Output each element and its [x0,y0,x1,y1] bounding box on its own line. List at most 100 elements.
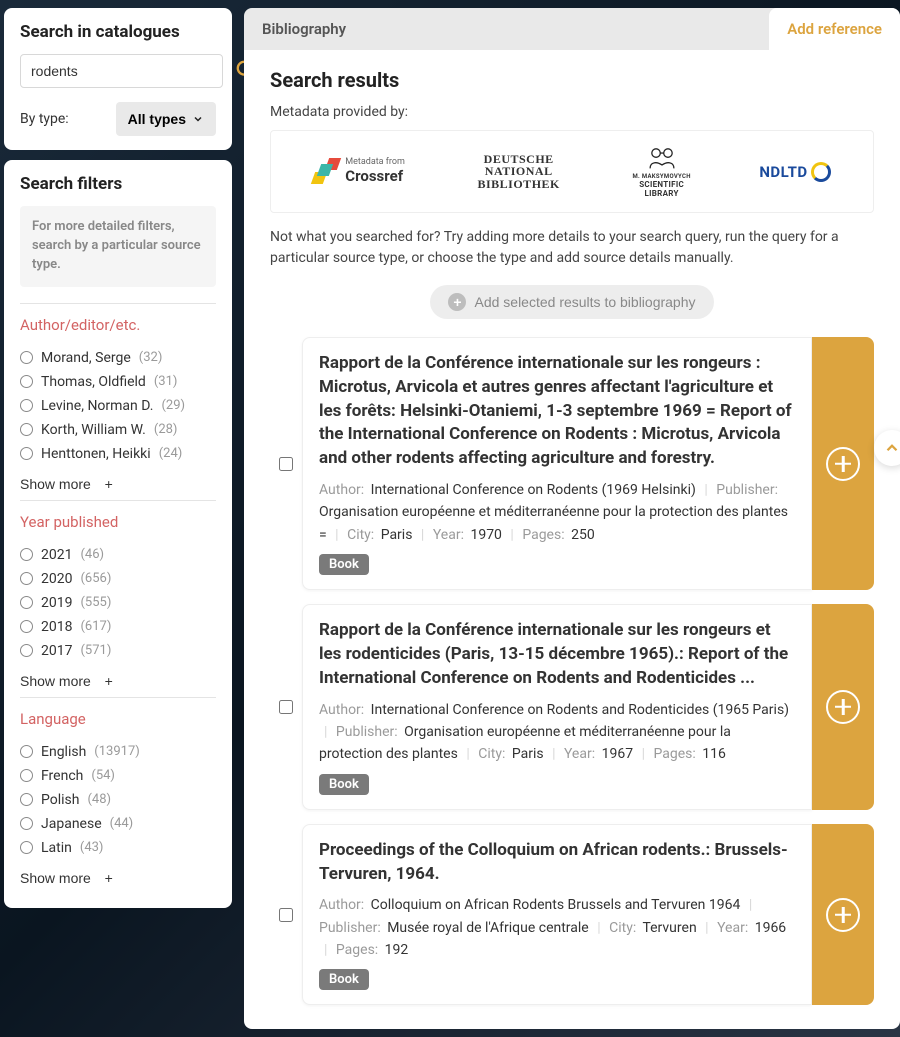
filter-option[interactable]: 2018 (617) [20,615,216,639]
result-body: Rapport de la Conférence internationale … [302,337,812,590]
result-checkbox-wrap [270,824,302,1006]
filter-option-count: (48) [87,792,111,807]
search-input[interactable] [20,54,223,88]
add-result-button[interactable] [812,337,874,590]
filter-option-count: (656) [80,571,111,586]
filter-option-label: 2017 [41,643,72,659]
plus-icon: + [448,293,466,311]
library-icon [645,145,679,173]
filter-section-title: Author/editor/etc. [20,316,216,334]
plus-icon [826,898,860,932]
result-meta: Author: International Conference on Rode… [319,479,795,546]
ndltd-icon [811,162,831,182]
radio-icon [20,769,33,782]
provider-scientific-library: M. MAKSYMOVYCH SCIENTIFIC LIBRARY [632,145,690,198]
filter-section: LanguageEnglish (13917)French (54)Polish… [20,697,216,894]
filter-option-count: (29) [161,398,185,413]
result-year: 1967 [602,746,633,762]
radio-icon [20,596,33,609]
result-title[interactable]: Rapport de la Conférence internationale … [319,352,795,471]
result-checkbox[interactable] [279,457,293,471]
plus-icon: + [105,673,113,689]
filters-panel-title: Search filters [20,174,216,194]
filter-option[interactable]: 2021 (46) [20,543,216,567]
provider-crossref: Metadata fromCrossref [313,158,405,184]
filters-hint: For more detailed filters, search by a p… [20,206,216,287]
radio-icon [20,447,33,460]
crossref-icon [313,158,339,184]
filter-option[interactable]: Japanese (44) [20,812,216,836]
tab-bibliography[interactable]: Bibliography [244,8,364,50]
result-card: Rapport de la Conférence internationale … [270,337,874,590]
add-result-button[interactable] [812,824,874,1006]
filter-option-label: Morand, Serge [41,350,131,366]
add-selected-button[interactable]: + Add selected results to bibliography [430,285,713,319]
by-type-label: By type: [20,111,69,127]
filter-option[interactable]: Levine, Norman D. (29) [20,394,216,418]
plus-icon: + [105,476,113,492]
radio-icon [20,572,33,585]
filter-option-count: (32) [139,350,163,365]
filter-option[interactable]: Polish (48) [20,788,216,812]
filter-option-label: Levine, Norman D. [41,398,153,414]
filter-section-title: Language [20,710,216,728]
result-type-badge: Book [319,774,369,795]
result-pages: 250 [571,527,595,543]
add-result-button[interactable] [812,604,874,810]
filter-option-label: Polish [41,792,79,808]
filter-option[interactable]: Henttonen, Heikki (24) [20,442,216,466]
filter-option-count: (617) [80,619,111,634]
result-pages: 192 [385,942,409,958]
result-type-badge: Book [319,554,369,575]
radio-icon [20,620,33,633]
filter-option-count: (13917) [94,744,140,759]
type-select[interactable]: All types [116,102,216,136]
tabs: Bibliography Add reference [244,8,900,50]
result-author: International Conference on Rodents (196… [371,482,696,498]
filter-option-count: (31) [154,374,178,389]
result-city: Tervuren [642,920,696,936]
filter-option-count: (54) [91,768,115,783]
filters-panel: Search filters For more detailed filters… [4,160,232,908]
chevron-up-icon [883,439,900,457]
result-city: Paris [381,527,413,543]
filter-option[interactable]: Korth, William W. (28) [20,418,216,442]
filter-option-label: 2020 [41,571,72,587]
show-more-button[interactable]: Show more + [20,870,113,886]
search-panel: Search in catalogues By type: All types [4,8,232,150]
filter-option[interactable]: Thomas, Oldfield (31) [20,370,216,394]
result-checkbox[interactable] [279,700,293,714]
result-card: Rapport de la Conférence internationale … [270,604,874,810]
show-more-button[interactable]: Show more + [20,476,113,492]
filter-option-count: (44) [110,816,134,831]
providers-strip: Metadata fromCrossref DEUTSCHENATIONALBI… [270,130,874,213]
tab-add-reference[interactable]: Add reference [769,8,900,50]
radio-icon [20,841,33,854]
filter-option-label: 2019 [41,595,72,611]
filter-option[interactable]: 2017 (571) [20,639,216,663]
radio-icon [20,548,33,561]
results-hint: Not what you searched for? Try adding mo… [270,227,874,269]
results-heading: Search results [270,68,874,92]
result-checkbox[interactable] [279,908,293,922]
filter-option-label: Thomas, Oldfield [41,374,146,390]
result-title[interactable]: Proceedings of the Colloquium on African… [319,839,795,887]
result-title[interactable]: Rapport de la Conférence internationale … [319,619,795,690]
result-publisher: Musée royal de l'Afrique centrale [387,920,589,936]
search-panel-title: Search in catalogues [20,22,216,42]
plus-icon [826,690,860,724]
filter-option-count: (571) [80,643,111,658]
filter-option-label: Korth, William W. [41,422,146,438]
show-more-button[interactable]: Show more + [20,673,113,689]
radio-icon [20,399,33,412]
provider-ndltd: NDLTD [759,162,830,182]
filter-option[interactable]: Morand, Serge (32) [20,346,216,370]
filter-option[interactable]: 2019 (555) [20,591,216,615]
filter-option[interactable]: 2020 (656) [20,567,216,591]
filter-option[interactable]: French (54) [20,764,216,788]
result-year: 1970 [470,527,501,543]
filter-option[interactable]: English (13917) [20,740,216,764]
filter-option[interactable]: Latin (43) [20,836,216,860]
result-card: Proceedings of the Colloquium on African… [270,824,874,1006]
filter-option-count: (28) [154,422,178,437]
